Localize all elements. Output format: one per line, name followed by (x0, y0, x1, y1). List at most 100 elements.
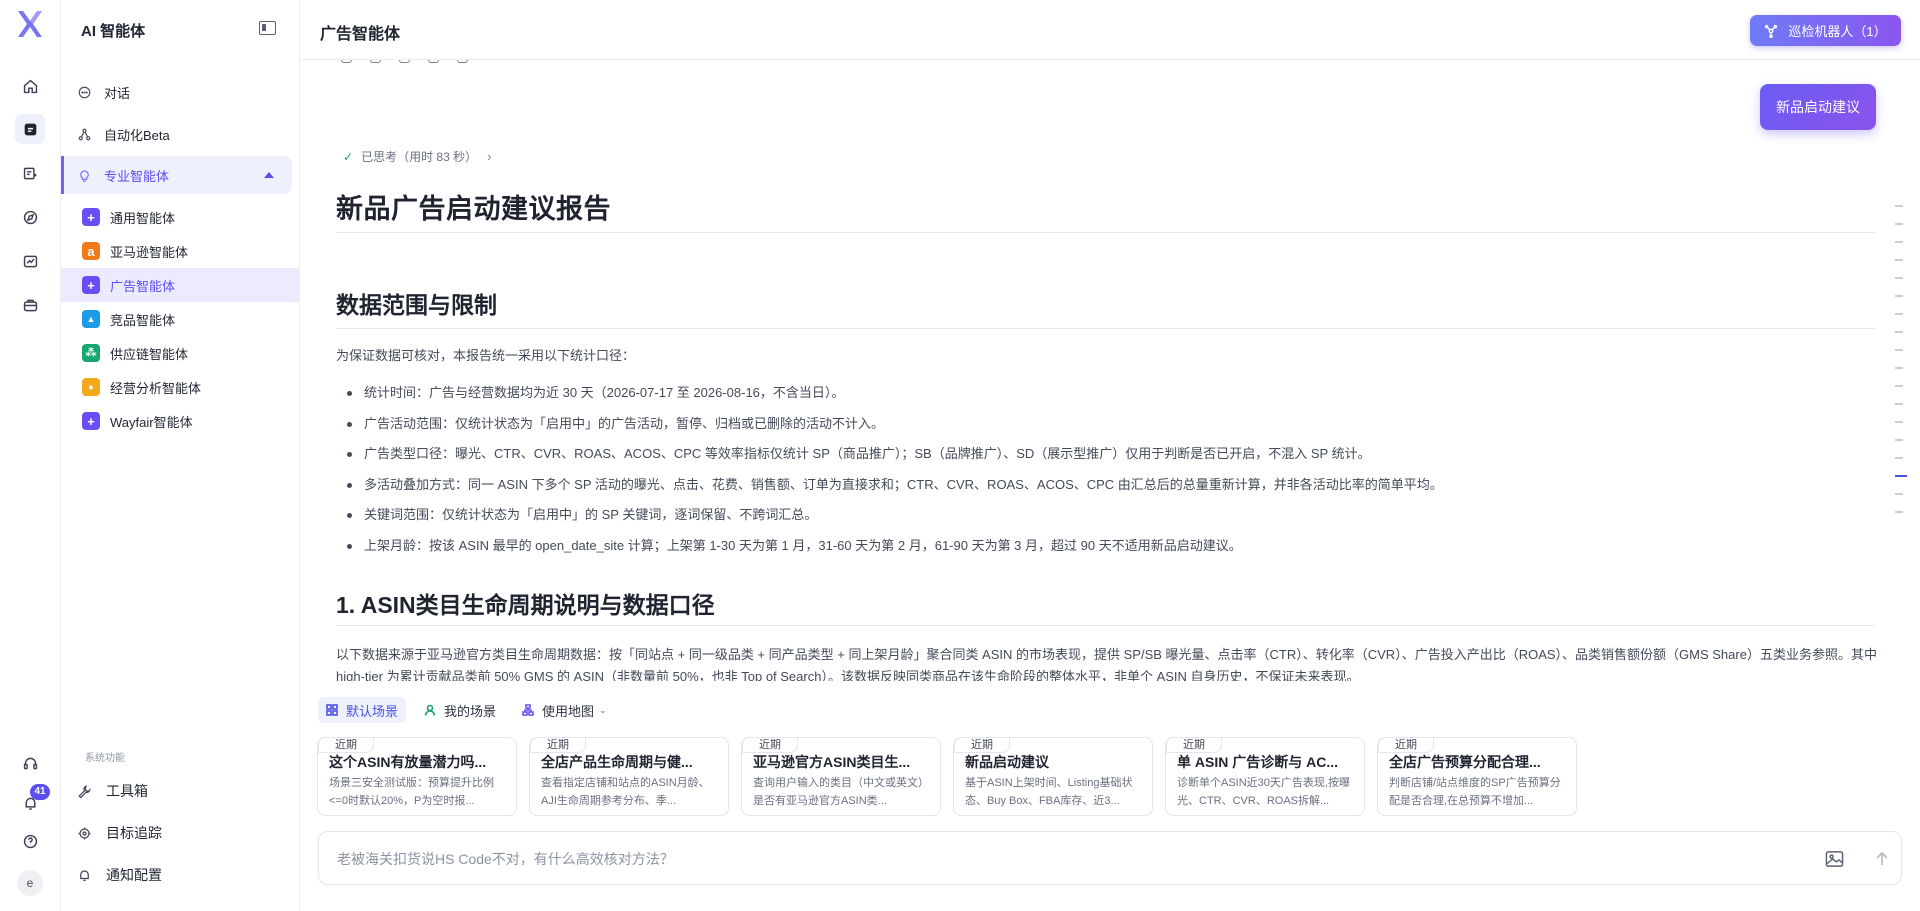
agent-item-label: 通用智能体 (110, 210, 176, 226)
new-product-launch-button[interactable]: 新品启动建议 (1760, 84, 1876, 130)
scene-card[interactable]: 近期 这个ASIN有放量潜力吗... 场景三安全测试版：预算提升比例<=0时默认… (317, 737, 517, 816)
page-title: 广告智能体 (320, 26, 401, 43)
list-item: 多活动叠加方式：同一 ASIN 下多个 SP 活动的曝光、点击、花费、销售额、订… (344, 470, 1443, 501)
scene-card-title: 新品启动建议 (965, 754, 1049, 770)
patrol-robot-label: 巡检机器人（1） (1788, 24, 1887, 39)
agent-icon[interactable] (15, 114, 45, 144)
nav-item-label: 对话 (104, 85, 131, 101)
scene-card[interactable]: 近期 全店广告预算分配合理... 判断店铺/站点维度的SP广告预算分配是否合理,… (1377, 737, 1577, 816)
workflow-icon (78, 128, 91, 140)
chevron-right-icon: › (487, 149, 492, 164)
nav-item-automation[interactable]: 自动化Beta (61, 115, 292, 153)
nav-item-toolbox[interactable]: 工具箱 (77, 776, 148, 806)
lightbulb-icon: ● (82, 378, 100, 396)
nav-item-label: 专业智能体 (104, 168, 170, 184)
system-section-label: 系统功能 (85, 753, 125, 764)
nav-item-label: 通知配置 (106, 867, 162, 883)
divider (336, 328, 1875, 329)
list-item: 关键词范围：仅统计状态为「启用中」的 SP 关键词，逐词保留、不跨词汇总。 (344, 500, 1443, 531)
avatar[interactable]: e (17, 870, 43, 896)
recent-tag: 近期 (1166, 737, 1222, 753)
chat-icon (78, 86, 91, 98)
nav-item-label: 自动化Beta (104, 127, 170, 143)
edit-icon[interactable] (457, 60, 468, 63)
collapse-sidebar-icon[interactable] (259, 21, 276, 35)
agent-item-label: 供应链智能体 (110, 346, 189, 362)
scope-list: 统计时间：广告与经营数据均为近 30 天（2026-07-17 至 2026-0… (344, 378, 1443, 562)
agent-item-general[interactable]: + 通用智能体 (61, 200, 292, 234)
nav-item-label: 目标追踪 (106, 825, 162, 841)
icon-rail: 41 e (0, 0, 61, 911)
scene-card-title: 全店产品生命周期与健... (541, 754, 693, 770)
like-icon[interactable] (399, 60, 410, 63)
nav-item-notification-config[interactable]: 通知配置 (77, 860, 162, 890)
home-icon[interactable] (15, 71, 45, 101)
plus-square-icon: + (82, 412, 100, 430)
scene-card-desc: 查询用户输入的类目（中文或英文）是否有亚马逊官方ASIN类... (753, 777, 929, 807)
tab-my-scene[interactable]: 我的场景 (416, 697, 504, 723)
recent-tag: 近期 (530, 737, 586, 753)
thought-label: 已思考（用时 83 秒） (361, 150, 478, 164)
briefcase-icon[interactable] (15, 290, 45, 320)
check-icon: ✓ (343, 149, 354, 164)
scene-card-desc: 判断店铺/站点维度的SP广告预算分配是否合理,在总预算不增加... (1389, 777, 1561, 807)
scene-tabs: 默认场景 我的场景 使用地图 ⌄ (318, 697, 615, 723)
agent-item-analytics[interactable]: ● 经营分析智能体 (61, 370, 292, 404)
user-icon (424, 704, 436, 716)
scene-card[interactable]: 近期 全店产品生命周期与健... 查看指定店铺和站点的ASIN月龄、AJI生命周… (529, 737, 729, 816)
agent-item-label: 亚马逊智能体 (110, 244, 189, 260)
scene-card-desc: 查看指定店铺和站点的ASIN月龄、AJI生命周期参考分布、季... (541, 777, 710, 807)
side-panel-title: AI 智能体 (81, 23, 146, 40)
agent-item-competitor[interactable]: ▲ 竞品智能体 (61, 302, 292, 336)
target-icon (78, 827, 91, 839)
agent-item-label: 广告智能体 (110, 278, 176, 294)
chevron-down-icon: ⌄ (599, 704, 607, 715)
compass-icon[interactable] (15, 202, 45, 232)
agent-item-wayfair[interactable]: + Wayfair智能体 (61, 404, 292, 438)
nav-item-pro-agents[interactable]: 专业智能体 (61, 156, 292, 194)
thought-toggle[interactable]: ✓ 已思考（用时 83 秒） › (343, 148, 491, 165)
recent-tag: 近期 (742, 737, 798, 753)
nav-item-chat[interactable]: 对话 (61, 73, 292, 111)
content-scrollbar[interactable] (1912, 60, 1918, 681)
share-icon[interactable] (370, 60, 381, 63)
image-upload-icon[interactable] (1825, 850, 1844, 868)
recent-tag: 近期 (954, 737, 1010, 753)
patrol-robot-button[interactable]: 巡检机器人（1） (1750, 15, 1901, 46)
scene-card-desc: 场景三安全测试版：预算提升比例<=0时默认20%，P为空时报... (329, 777, 494, 807)
tab-default-scene[interactable]: 默认场景 (318, 697, 407, 723)
section-title: 数据范围与限制 (336, 292, 497, 318)
agent-item-ads[interactable]: + 广告智能体 (61, 268, 300, 302)
section-paragraph: 以下数据来源于亚马逊官方类目生命周期数据：按「同站点 + 同一级品类 + 同产品… (336, 647, 1877, 681)
robot-network-icon (1765, 24, 1778, 38)
help-icon[interactable] (15, 826, 45, 856)
plus-square-icon: + (82, 276, 100, 294)
tab-usage-map[interactable]: 使用地图 ⌄ (514, 697, 615, 723)
chat-input[interactable] (337, 848, 1787, 870)
copy-icon[interactable] (341, 60, 352, 63)
scene-card[interactable]: 近期 亚马逊官方ASIN类目生... 查询用户输入的类目（中文或英文）是否有亚马… (741, 737, 941, 816)
headset-icon[interactable] (15, 748, 45, 778)
chat-content[interactable]: 新品启动建议 ✓ 已思考（用时 83 秒） › 新品广告启动建议报告 数据范围与… (300, 60, 1920, 681)
agent-item-label: 竞品智能体 (110, 312, 176, 328)
task-list-icon[interactable] (15, 158, 45, 188)
scene-card[interactable]: 近期 新品启动建议 基于ASIN上架时间、Listing基础状态、Buy Box… (953, 737, 1153, 816)
send-arrow-icon[interactable] (1873, 850, 1891, 868)
outline-scroll-indicator[interactable] (1895, 205, 1907, 529)
side-panel: AI 智能体 对话 自动化Beta 专业智能体 + 通用智能体 a 亚马逊智能体… (61, 0, 300, 911)
agent-item-label: Wayfair智能体 (110, 414, 193, 430)
network-icon: ⁂ (82, 344, 100, 362)
agent-item-amazon[interactable]: a 亚马逊智能体 (61, 234, 292, 268)
message-actions (341, 60, 468, 63)
agent-item-supply-chain[interactable]: ⁂ 供应链智能体 (61, 336, 292, 370)
scene-card-title: 这个ASIN有放量潜力吗... (329, 754, 487, 770)
chart-monitor-icon[interactable] (15, 246, 45, 276)
caret-up-icon[interactable] (264, 172, 274, 178)
amazon-icon: a (82, 242, 100, 260)
recent-tag: 近期 (318, 737, 374, 753)
app-logo-icon[interactable] (14, 8, 46, 40)
grid-icon (326, 704, 338, 716)
nav-item-goal-tracking[interactable]: 目标追踪 (77, 818, 162, 848)
refresh-icon[interactable] (428, 60, 439, 63)
scene-card[interactable]: 近期 单 ASIN 广告诊断与 AC... 诊断单个ASIN近30天广告表现,按… (1165, 737, 1365, 816)
